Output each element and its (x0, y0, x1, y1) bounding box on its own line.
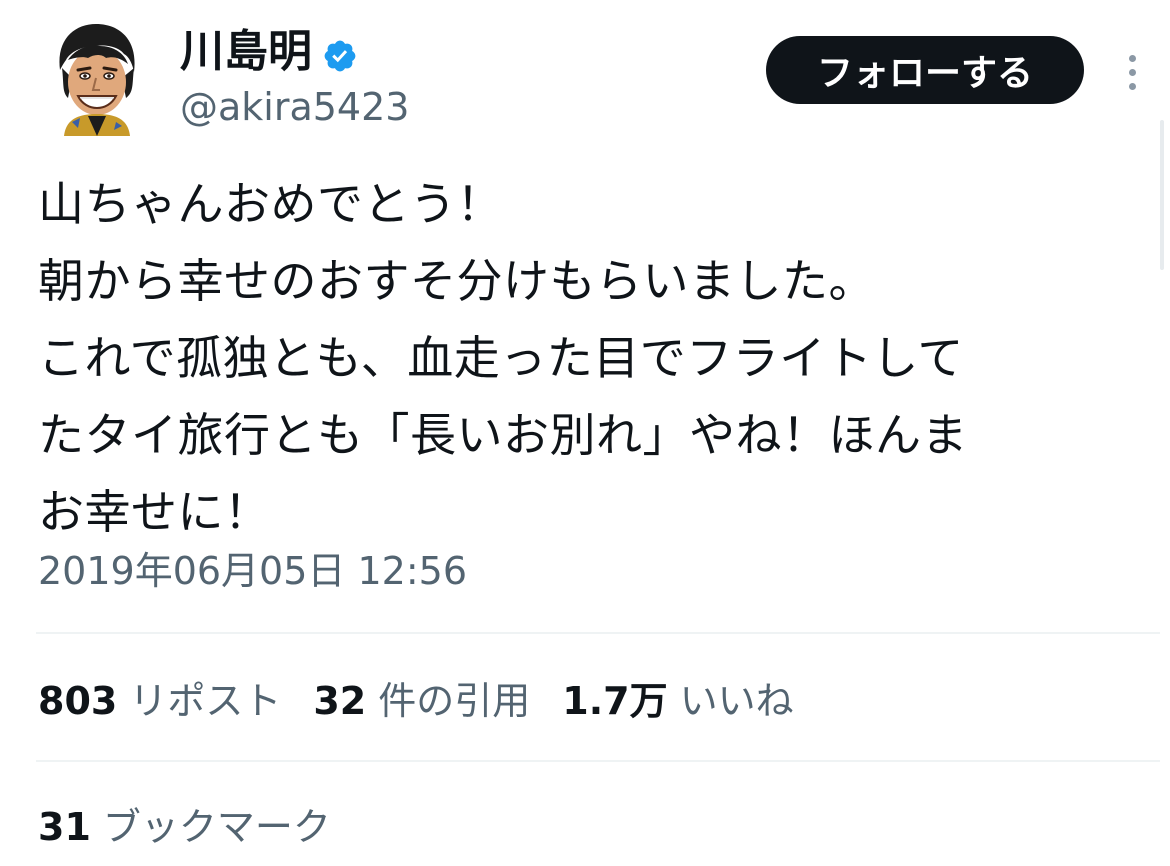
tweet-line: これで孤独とも、血走った目でフライトして (38, 331, 964, 385)
like-number: 1.7万 (562, 679, 668, 723)
dot (1128, 68, 1136, 76)
tweet-timestamp[interactable]: 2019年06月05日 12:56 (38, 546, 467, 596)
dot (1128, 82, 1136, 90)
bookmark-count[interactable]: 31 ブックマーク (38, 802, 331, 852)
tweet-line: 山ちゃんおめでとう！ (38, 177, 503, 231)
like-label: いいね (679, 679, 794, 723)
avatar[interactable] (50, 18, 142, 136)
tweet-text: 山ちゃんおめでとう！ 朝から幸せのおすそ分けもらいました。 これで孤独とも、血走… (38, 166, 1148, 551)
tweet-line: たタイ旅行とも「長いお別れ」やね！ほんま (38, 408, 968, 462)
bookmark-label: ブックマーク (102, 805, 331, 849)
tweet-card: 川島明 @akira5423 フォローする 山ちゃんおめでとう！ 朝から幸せのお… (0, 0, 1170, 866)
more-options-icon[interactable] (1118, 44, 1146, 100)
engagement-stats: 803 リポスト 32 件の引用 1.7万 いいね (38, 676, 826, 726)
dot (1128, 54, 1136, 62)
tweet-line: お幸せに！ (38, 485, 271, 539)
quote-count[interactable]: 32 件の引用 (313, 676, 530, 726)
verified-badge-icon[interactable] (322, 34, 358, 72)
scrollbar[interactable] (1160, 120, 1164, 270)
divider (36, 760, 1160, 762)
like-count[interactable]: 1.7万 いいね (562, 676, 793, 726)
repost-count[interactable]: 803 リポスト (38, 676, 281, 726)
quote-number: 32 (313, 679, 367, 723)
tweet-line: 朝から幸せのおすそ分けもらいました。 (38, 254, 875, 308)
caricature-avatar-icon (59, 24, 135, 136)
repost-label: リポスト (129, 679, 282, 723)
display-name-text[interactable]: 川島明 (180, 26, 312, 78)
bookmark-number: 31 (38, 805, 91, 849)
quote-label: 件の引用 (378, 679, 531, 723)
follow-button[interactable]: フォローする (766, 36, 1084, 104)
author-handle[interactable]: @akira5423 (180, 84, 409, 130)
divider (36, 632, 1160, 634)
repost-number: 803 (38, 679, 118, 723)
author-name[interactable]: 川島明 (180, 26, 358, 78)
